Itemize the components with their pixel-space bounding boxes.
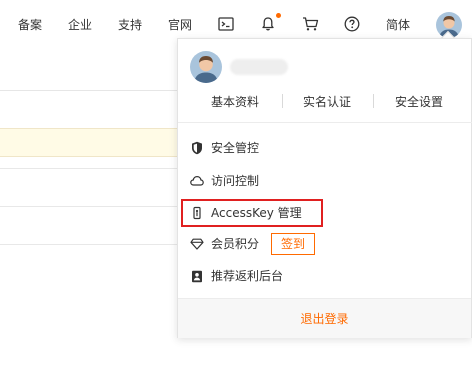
diamond-icon: [190, 237, 204, 251]
menu-item-member-points[interactable]: 会员积分: [178, 229, 471, 259]
terminal-icon[interactable]: [217, 15, 235, 33]
contact-card-icon: [190, 269, 204, 283]
cart-icon[interactable]: [301, 15, 319, 33]
menu-item-label: 访问控制: [211, 174, 260, 188]
real-name-auth-link[interactable]: 实名认证: [303, 94, 351, 110]
sign-in-button[interactable]: 签到: [271, 233, 315, 255]
highlight-annotation: [181, 199, 323, 227]
nav-item-support[interactable]: 支持: [118, 17, 142, 33]
account-dropdown: 基本资料 实名认证 安全设置 安全管控 访问控制 AccessKey 管理 会员…: [177, 38, 472, 338]
menu-item-label: 推荐返利后台: [211, 269, 284, 283]
language-switch[interactable]: 简体: [386, 17, 410, 33]
link-separator: [373, 94, 374, 108]
menu-item-security-control[interactable]: 安全管控: [178, 133, 471, 163]
link-separator: [282, 94, 283, 108]
nav-item-beian[interactable]: 备案: [18, 17, 42, 33]
menu-item-access-control[interactable]: 访问控制: [178, 166, 471, 196]
logout-bar: 退出登录: [178, 298, 471, 338]
profile-avatar-icon[interactable]: [190, 51, 222, 83]
logout-button[interactable]: 退出登录: [178, 311, 471, 327]
security-settings-link[interactable]: 安全设置: [395, 94, 443, 110]
cloud-icon: [190, 174, 204, 188]
nav-item-enterprise[interactable]: 企业: [68, 17, 92, 33]
menu-item-label: 会员积分: [211, 237, 260, 251]
dropdown-divider: [178, 122, 472, 123]
username-redacted: [230, 59, 288, 75]
menu-item-referral[interactable]: 推荐返利后台: [178, 261, 471, 291]
menu-item-label: 安全管控: [211, 141, 260, 155]
bell-icon[interactable]: [259, 15, 277, 33]
shield-icon: [190, 141, 204, 155]
basic-info-link[interactable]: 基本资料: [211, 94, 259, 110]
notification-dot: [276, 13, 281, 18]
nav-item-official-site[interactable]: 官网: [168, 17, 192, 33]
help-icon[interactable]: [343, 15, 361, 33]
